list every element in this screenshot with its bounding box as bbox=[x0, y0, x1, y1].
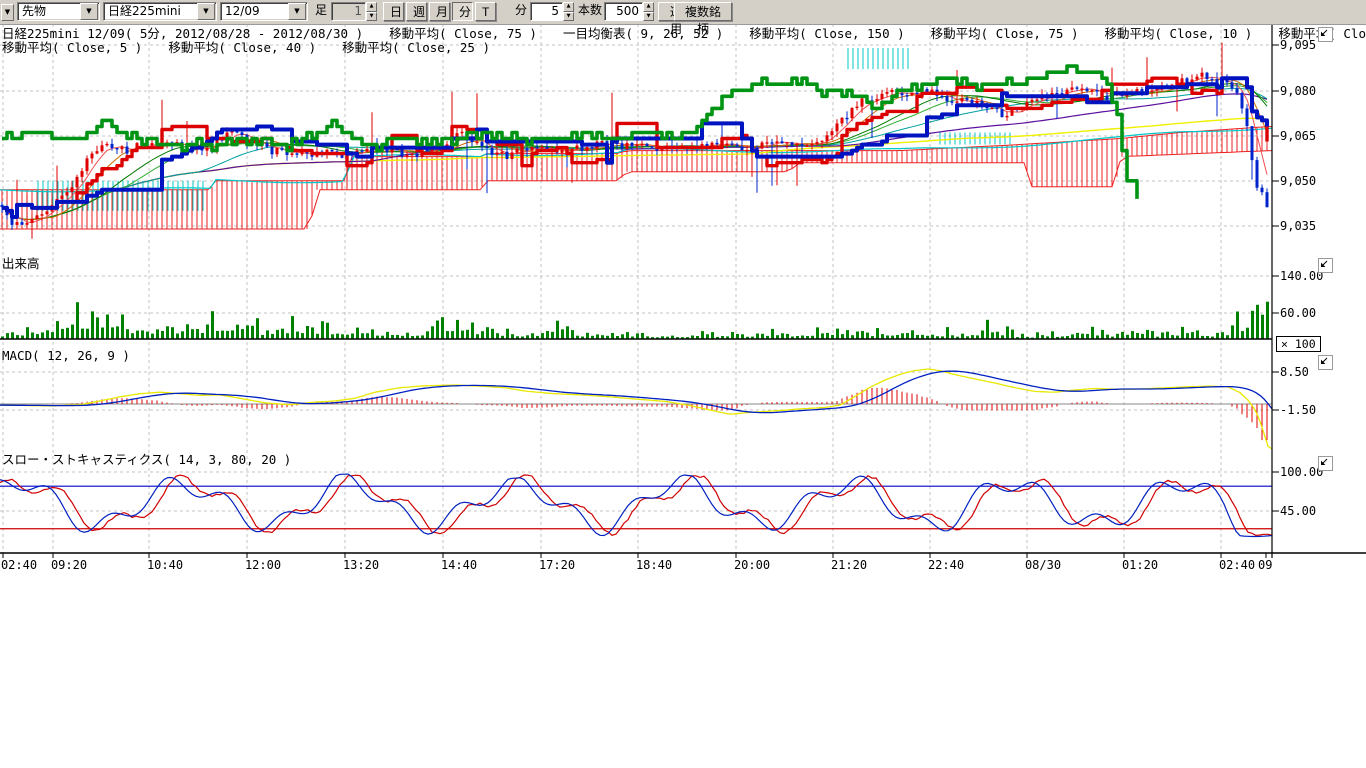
multi-symbol-button[interactable]: 複数銘柄 bbox=[674, 2, 732, 21]
time-axis-label: 18:40 bbox=[636, 558, 672, 572]
macd-axis-label: 8.50 bbox=[1280, 365, 1309, 379]
price-axis-label: 9,080 bbox=[1280, 84, 1316, 98]
panel-expand-button-1[interactable] bbox=[1318, 27, 1333, 42]
time-axis-label: 22:40 bbox=[928, 558, 964, 572]
chevron-down-icon[interactable]: ▼ bbox=[80, 3, 98, 20]
chevron-down-icon[interactable]: ▼ bbox=[197, 3, 215, 20]
time-axis-label: 01:20 bbox=[1122, 558, 1158, 572]
legend-item-row2-1: 移動平均( Close, 5 ) bbox=[2, 41, 142, 55]
minutes-value: 5 bbox=[530, 2, 563, 21]
spinner-arrows[interactable]: ▲▼ bbox=[563, 2, 574, 21]
time-axis-label: 12:00 bbox=[245, 558, 281, 572]
time-axis-label: 09:20 bbox=[51, 558, 87, 572]
spinner-arrows[interactable]: ▲▼ bbox=[366, 2, 377, 21]
time-axis-label: 02:40 bbox=[1, 558, 37, 572]
period-button-2[interactable]: 週 bbox=[406, 2, 427, 21]
macd-axis-label: -1.50 bbox=[1280, 403, 1316, 417]
time-axis-label: 10:40 bbox=[147, 558, 183, 572]
period-button-3[interactable]: 月 bbox=[429, 2, 450, 21]
price-axis-label: 9,095 bbox=[1280, 38, 1316, 52]
legend-item-1: 日経225mini 12/09( 5分, 2012/08/28 - 2012/0… bbox=[2, 27, 363, 41]
minutes-label: 分 bbox=[515, 2, 527, 21]
volume-multiplier-box: × 100 bbox=[1276, 336, 1321, 352]
volume-panel-label: 出来高 bbox=[2, 257, 40, 271]
instrument-type-value: 先物 bbox=[18, 3, 79, 20]
spin-down-icon[interactable]: ▼ bbox=[643, 12, 654, 22]
price-axis-label: 9,065 bbox=[1280, 129, 1316, 143]
stochastics bbox=[0, 474, 1272, 536]
legend-item-row2-3: 移動平均( Close, 25 ) bbox=[342, 41, 490, 55]
bar-interval-value: 1 bbox=[331, 2, 366, 21]
time-axis-label: 14:40 bbox=[441, 558, 477, 572]
stochastics-panel-label: スロー・ストキャスティクス( 14, 3, 80, 20 ) bbox=[2, 453, 291, 467]
period-button-1[interactable]: 日 bbox=[383, 2, 404, 21]
period-button-4[interactable]: 分 bbox=[452, 2, 473, 21]
spin-down-icon[interactable]: ▼ bbox=[366, 12, 377, 22]
symbol-combobox[interactable]: 日経225mini ▼ bbox=[103, 2, 217, 21]
legend-row-1: 日経225mini 12/09( 5分, 2012/08/28 - 2012/0… bbox=[2, 27, 1366, 41]
symbol-value: 日経225mini bbox=[104, 3, 196, 20]
legend-item-2: 移動平均( Close, 75 ) bbox=[389, 27, 537, 41]
volume-axis-label: 140.00 bbox=[1280, 269, 1323, 283]
macd bbox=[0, 369, 1272, 449]
legend-item-5: 移動平均( Close, 75 ) bbox=[931, 27, 1079, 41]
legend-item-4: 移動平均( Close, 150 ) bbox=[749, 27, 904, 41]
spin-down-icon[interactable]: ▼ bbox=[563, 12, 574, 22]
legend-row-2: 移動平均( Close, 5 ) 移動平均( Close, 40 ) 移動平均( C… bbox=[2, 41, 490, 55]
panel-expand-button-2[interactable] bbox=[1318, 258, 1333, 273]
panel-expand-button-3[interactable] bbox=[1318, 355, 1333, 370]
clipped-combobox-arrow[interactable]: ▼ bbox=[1, 4, 14, 21]
period-button-5[interactable]: T bbox=[475, 2, 496, 21]
minutes-stepper[interactable]: 5 ▲▼ bbox=[530, 2, 574, 21]
time-axis-label: 17:20 bbox=[539, 558, 575, 572]
toolbar: ▼ 先物 ▼ 日経225mini ▼ 12/09 ▼ 足 1 ▲▼ 日週月分T … bbox=[0, 0, 1366, 25]
bar-count-label: 本数 bbox=[578, 2, 602, 21]
time-axis-label: 20:00 bbox=[734, 558, 770, 572]
price-axis-label: 9,050 bbox=[1280, 174, 1316, 188]
spinner-arrows[interactable]: ▲▼ bbox=[643, 2, 654, 21]
stoch-axis-label: 100.00 bbox=[1280, 465, 1323, 479]
bar-interval-stepper[interactable]: 1 ▲▼ bbox=[331, 2, 377, 21]
volume-bars bbox=[1, 302, 1269, 339]
chevron-down-icon[interactable]: ▼ bbox=[288, 3, 306, 20]
chart-canvas[interactable] bbox=[0, 0, 1366, 768]
contract-month-combobox[interactable]: 12/09 ▼ bbox=[220, 2, 308, 21]
bar-type-label: 足 bbox=[315, 2, 327, 21]
price-axis-label: 9,035 bbox=[1280, 219, 1316, 233]
time-axis-label: 21:20 bbox=[831, 558, 867, 572]
instrument-type-combobox[interactable]: 先物 ▼ bbox=[17, 2, 100, 21]
macd-panel-label: MACD( 12, 26, 9 ) bbox=[2, 349, 130, 363]
volume-axis-label: 60.00 bbox=[1280, 306, 1316, 320]
gridlines bbox=[0, 24, 1272, 553]
spin-up-icon[interactable]: ▲ bbox=[563, 2, 574, 12]
panel-expand-button-4[interactable] bbox=[1318, 456, 1333, 471]
time-axis-labels: 02:40 09:20 10:40 12:00 13:20 14:40 17:20 18:40… bbox=[0, 556, 1272, 574]
contract-month-value: 12/09 bbox=[221, 3, 287, 20]
spin-up-icon[interactable]: ▲ bbox=[643, 2, 654, 12]
legend-item-row2-2: 移動平均( Close, 40 ) bbox=[168, 41, 316, 55]
legend-item-6: 移動平均( Close, 10 ) bbox=[1105, 27, 1253, 41]
time-axis-label: 08/30 bbox=[1025, 558, 1061, 572]
bar-count-value: 500 bbox=[604, 2, 643, 21]
time-axis-label: 13:20 bbox=[343, 558, 379, 572]
time-axis-label: 02:40 bbox=[1219, 558, 1255, 572]
time-axis-label: 09 bbox=[1258, 558, 1272, 572]
stoch-axis-label: 45.00 bbox=[1280, 504, 1316, 518]
bar-count-stepper[interactable]: 500 ▲▼ bbox=[604, 2, 654, 21]
spin-up-icon[interactable]: ▲ bbox=[366, 2, 377, 12]
